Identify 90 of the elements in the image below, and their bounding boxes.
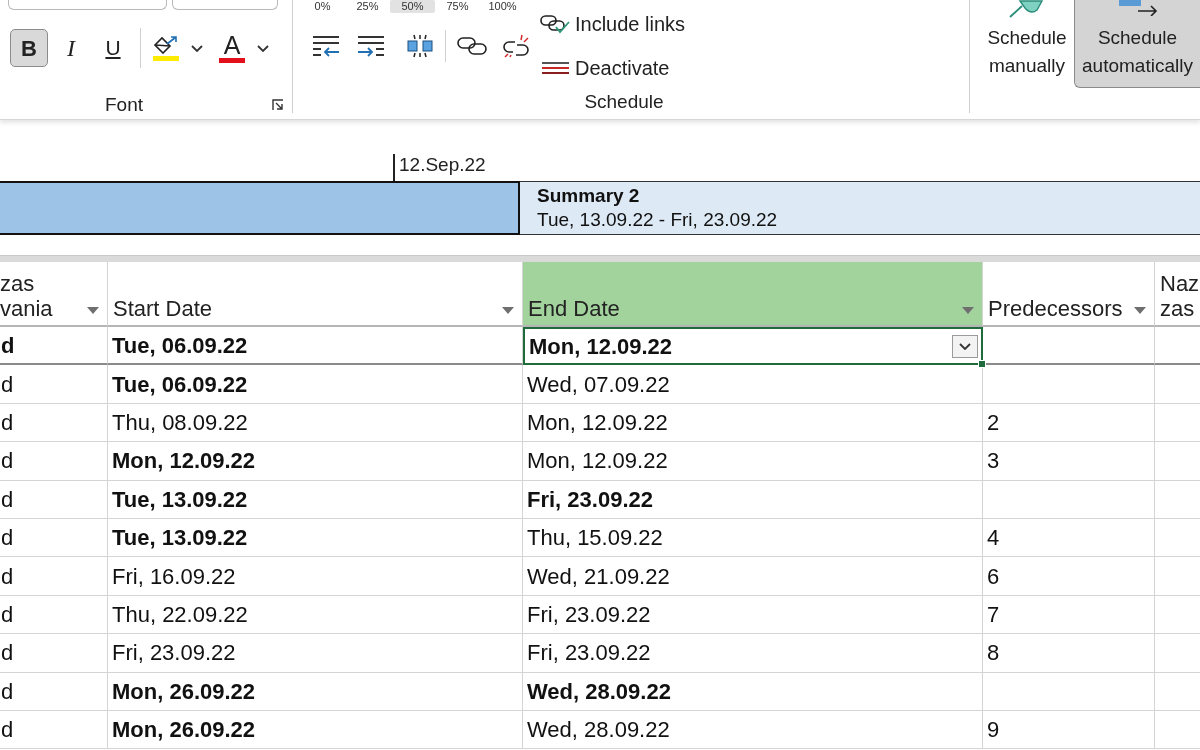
cell-text: 3 [986,447,1000,476]
cell-text: Wed, 21.09.22 [526,562,670,591]
font-color-button[interactable]: A [221,33,243,56]
column-header[interactable]: End Date [523,262,983,327]
cell-text: d [0,485,14,514]
chevron-icon[interactable] [959,343,971,350]
deactivate-button[interactable]: Deactivate [540,56,686,80]
date-label: 12.Sep.22 [399,153,486,177]
cell-text: Mon, 12.09.22 [526,447,668,476]
cell-text: 6 [986,562,1000,591]
cell-text: Mon, 26.09.22 [111,716,256,745]
cell-text: Tue, 13.09.22 [111,524,248,553]
cell-text: Thu, 15.09.22 [526,524,663,553]
underline-button[interactable]: U [94,29,132,67]
cell-text: Fri, 16.09.22 [111,562,236,591]
input-field[interactable] [8,0,167,10]
cell-text: d [0,408,14,437]
header-text: Naz zas [1160,271,1200,321]
cell-text: d [0,600,14,629]
cell-text: Tue, 06.09.22 [111,331,248,360]
header-text: End Date [528,296,620,321]
percent-button[interactable]: 0% [300,0,345,13]
cell-text: d [0,639,14,668]
bars-arrow-icon[interactable] [1117,0,1158,16]
caret-icon[interactable] [502,307,514,314]
bold-button[interactable]: B [10,29,48,67]
cell-text: Fri, 23.09.22 [526,600,651,629]
split-icon[interactable] [407,34,433,58]
header-text: zas vania [0,271,53,321]
cell-text: d [0,524,14,553]
group-label: Font [104,94,144,116]
cell-text: 2 [986,408,1000,437]
percent-button[interactable]: 100% [480,0,525,13]
cell-text: 9 [986,716,1000,745]
cell-text: Fri, 23.09.22 [526,485,653,514]
cell-text: d [0,447,14,476]
cell-text: Mon, 26.09.22 [111,677,256,706]
cell-text: d [0,562,14,591]
percent-button[interactable]: 75% [435,0,480,13]
pin-icon[interactable] [1009,0,1045,18]
link-check-icon[interactable] [540,14,570,34]
cell-text: d [0,370,14,399]
chevron-icon[interactable] [257,44,269,52]
unlink-icon[interactable] [502,34,530,58]
include-links-button[interactable]: Include links [540,12,686,36]
fill-handle-icon[interactable] [978,360,986,369]
cell-text: 7 [986,600,1000,629]
cell-text: Wed, 07.09.22 [526,370,670,399]
caret-icon[interactable] [962,307,974,314]
schedule-manually-button[interactable]: Schedule manually [982,0,1072,88]
cell-text: Thu, 08.09.22 [111,408,248,437]
group-label: Schedule [583,91,665,113]
cell-text: Fri, 23.09.22 [111,639,236,668]
outdent-icon[interactable] [312,35,340,57]
header-text: Start Date [113,296,213,321]
input-field[interactable] [172,0,278,10]
caret-icon[interactable] [1134,307,1146,314]
column-header[interactable]: zas vania [0,262,108,327]
cell-text: Tue, 13.09.22 [111,485,248,514]
cell-text: 4 [986,524,1000,553]
chevron-icon[interactable] [191,44,203,52]
dialog-launcher-icon[interactable] [272,99,284,111]
header-text: Predecessors [988,296,1123,321]
cell-text: Mon, 12.09.22 [526,408,668,437]
timeline-tick [393,154,395,181]
italic-button[interactable]: I [52,29,90,67]
cell-text: 8 [986,639,1000,668]
bar-dates: Tue, 13.09.22 - Fri, 23.09.22 [537,208,779,232]
cell-text: d [0,716,14,745]
cell-text: Mon, 12.09.22 [111,447,256,476]
indent-icon[interactable] [357,35,385,57]
cell-text: d [0,331,15,360]
cell-text: Thu, 22.09.22 [111,600,248,629]
cell-text: Fri, 23.09.22 [526,639,651,668]
cell-dropdown-button[interactable] [952,335,978,358]
deactivate-icon[interactable] [541,61,569,75]
cell-text: Mon, 12.09.22 [528,332,673,361]
percent-button[interactable]: 25% [345,0,390,13]
cell-text: Tue, 06.09.22 [111,370,248,399]
cell-text: Wed, 28.09.22 [526,677,671,706]
paint-bucket-icon[interactable] [154,35,178,54]
bar-title: Summary 2 [537,184,641,208]
link-icon[interactable] [457,36,487,56]
column-header[interactable]: Predecessors [983,262,1155,327]
percent-button[interactable]: 50% [390,0,435,13]
caret-icon[interactable] [87,307,99,314]
cell-text: Wed, 28.09.22 [526,716,670,745]
schedule-automatically-button[interactable]: Schedule automatically [1074,0,1200,88]
cell-text: d [0,677,14,706]
column-header[interactable]: Start Date [108,262,523,327]
